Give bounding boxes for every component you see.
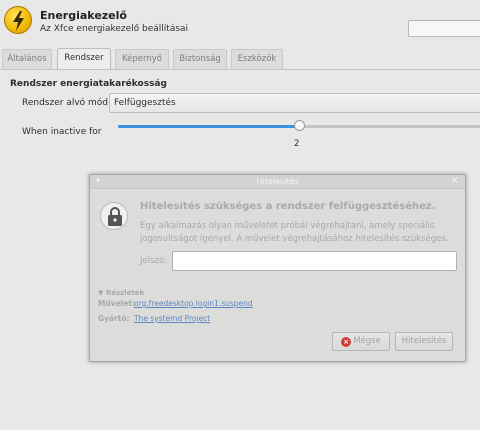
tab-general[interactable]: Általános	[2, 49, 52, 69]
password-label: Jelszó:	[140, 256, 168, 266]
cancel-icon: ×	[341, 337, 352, 347]
dialog-message: Egy alkalmazás olyan műveletet próbál vé…	[140, 221, 449, 244]
tab-display[interactable]: Képernyő	[115, 49, 169, 69]
app-subtitle: Az Xfce energiakezelő beállításai	[40, 24, 189, 34]
dialog-heading: Hitelesítés szükséges a rendszer felfügg…	[140, 201, 436, 212]
section-title: Rendszer energiatakarékosság	[10, 79, 167, 89]
close-icon[interactable]: ×	[451, 175, 459, 186]
dialog-titlebar: ▾ Hitelesítés ×	[90, 175, 465, 189]
tab-security[interactable]: Biztonság	[173, 49, 227, 69]
lock-icon	[100, 202, 128, 230]
tab-bar: Általános Rendszer Képernyő Biztonság Es…	[0, 48, 480, 69]
tab-devices[interactable]: Eszközök	[231, 49, 283, 69]
cancel-button[interactable]: × Mégse	[332, 332, 390, 351]
inactive-slider-fill	[118, 125, 300, 128]
details-expander[interactable]: ▼ Részletek	[98, 289, 144, 297]
authenticate-button[interactable]: Hitelesítés	[395, 332, 453, 351]
header-search-field[interactable]	[408, 20, 480, 37]
sleep-mode-label: Rendszer alvó mód:	[22, 98, 112, 108]
dialog-title: Hitelesítés	[256, 177, 299, 186]
window-header: Energiakezelő Az Xfce energiakezelő beál…	[0, 0, 480, 44]
auth-dialog: ▾ Hitelesítés × Hitelesítés szükséges a …	[89, 174, 466, 362]
sleep-mode-select[interactable]: Felfüggesztés	[109, 93, 480, 113]
inactive-slider-handle[interactable]	[294, 120, 306, 131]
password-field[interactable]	[172, 251, 457, 271]
inactive-slider-value: 2	[294, 139, 300, 149]
inactive-label: When inactive for	[22, 127, 102, 137]
lightning-icon	[4, 6, 32, 34]
action-link[interactable]: org.freedesktop.login1.suspend	[134, 299, 253, 308]
action-label: Művelet:	[98, 299, 136, 308]
vendor-label: Gyártó:	[98, 314, 130, 323]
vendor-link[interactable]: The systemd Project	[134, 314, 210, 323]
tab-panel-border	[0, 69, 480, 70]
tab-system[interactable]: Rendszer	[57, 48, 111, 69]
expander-triangle-icon: ▼	[98, 289, 104, 297]
cancel-button-label: Mégse	[353, 336, 381, 346]
app-title: Energiakezelő	[40, 9, 127, 22]
details-label: Részletek	[105, 289, 145, 297]
